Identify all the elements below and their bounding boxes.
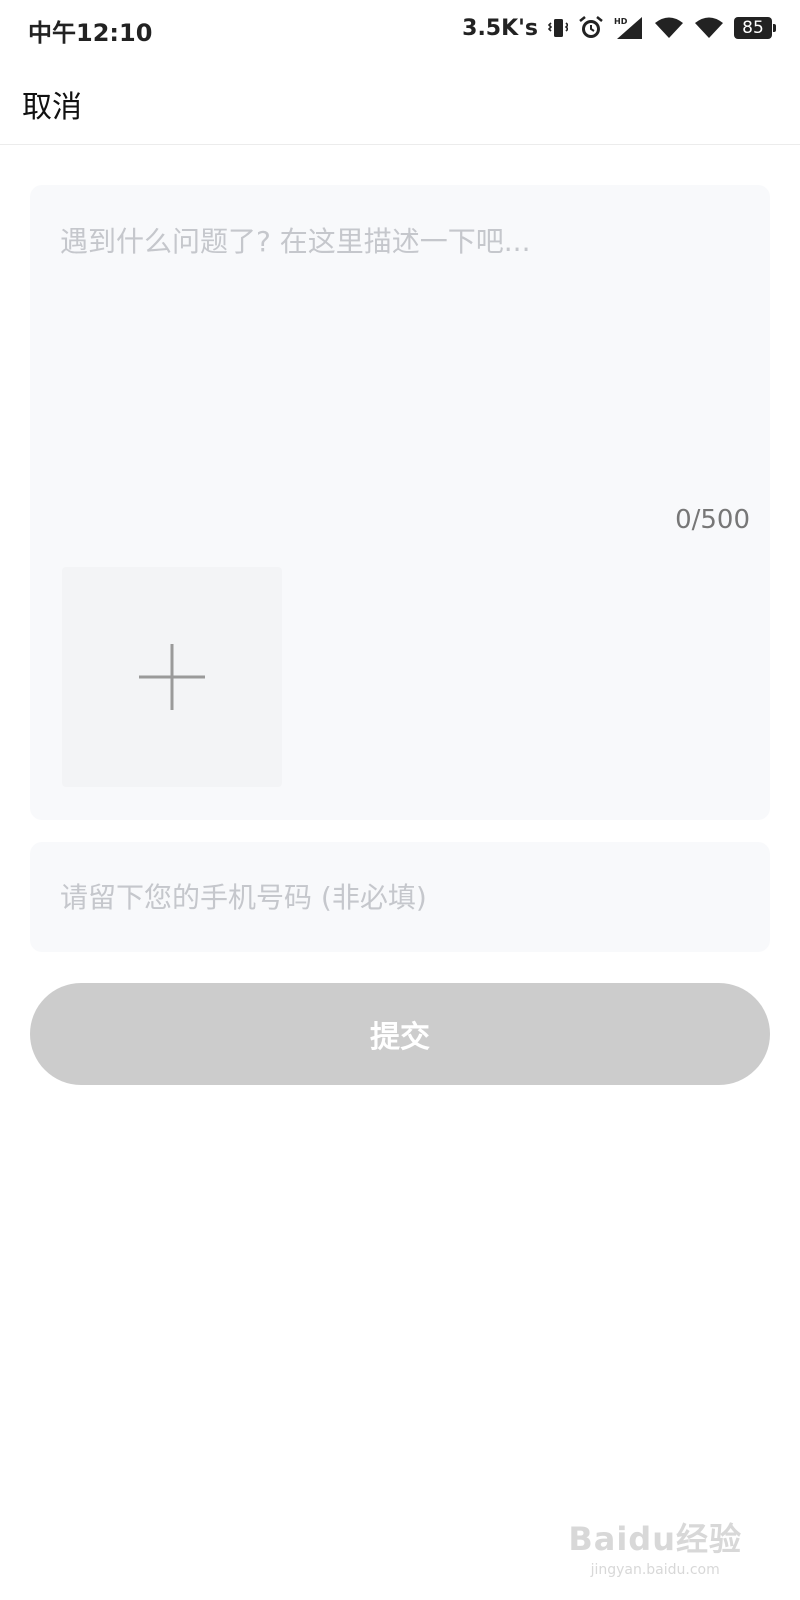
phone-number-input[interactable] — [60, 872, 740, 922]
status-icons: 3.5K's HD 85 — [462, 12, 776, 44]
network-speed: 3.5K's — [462, 15, 538, 41]
submit-button[interactable]: 提交 — [30, 983, 770, 1085]
top-bar: 取消 — [0, 58, 800, 145]
phone-card — [30, 842, 770, 952]
plus-icon — [137, 642, 207, 716]
feedback-description-input[interactable] — [60, 220, 740, 500]
signal-hd-icon: HD — [614, 15, 644, 41]
watermark: Baidu经验 jingyan.baidu.com — [568, 1514, 742, 1578]
status-bar: 中午12:10 3.5K's HD 85 — [0, 0, 800, 58]
wifi-icon — [654, 16, 684, 40]
alarm-icon — [578, 15, 604, 41]
character-counter: 0/500 — [675, 505, 750, 535]
watermark-url: jingyan.baidu.com — [590, 1562, 720, 1578]
wifi-icon — [694, 16, 724, 40]
svg-text:HD: HD — [614, 17, 628, 26]
add-image-button[interactable] — [62, 567, 282, 787]
cancel-button[interactable]: 取消 — [22, 82, 82, 126]
vibrate-icon — [548, 16, 568, 40]
battery-indicator: 85 — [734, 17, 776, 39]
watermark-logo: Baidu经验 — [568, 1520, 742, 1558]
status-time: 中午12:10 — [28, 19, 153, 47]
feedback-card: 0/500 — [30, 185, 770, 820]
